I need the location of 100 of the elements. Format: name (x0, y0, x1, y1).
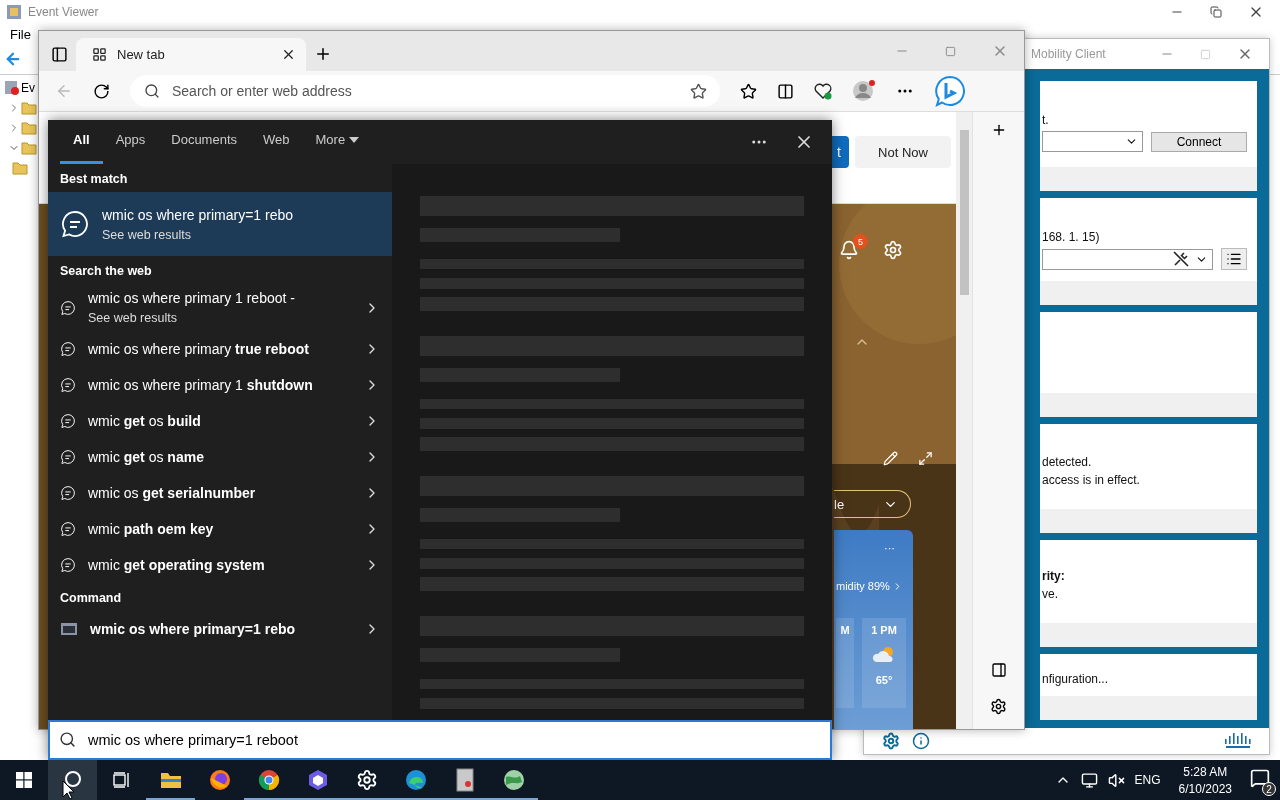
brand-logo-icon (1223, 733, 1253, 749)
search-result[interactable]: wmic os get serialnumber (48, 475, 392, 511)
search-web-icon (60, 299, 76, 316)
favorite-star-icon[interactable] (690, 83, 707, 100)
window-title: Event Viewer (28, 5, 99, 19)
globe-icon (502, 769, 525, 791)
filter-tab[interactable]: Web (250, 120, 303, 164)
folder-icon (21, 141, 37, 155)
search-button[interactable] (48, 760, 97, 800)
status-text: detected. (1042, 454, 1093, 469)
expand-icon[interactable] (918, 451, 933, 466)
menu-item[interactable]: File (10, 26, 31, 42)
search-field[interactable]: wmic os where primary=1 reboot (48, 720, 832, 760)
collections-icon[interactable] (777, 82, 794, 100)
heartbeat-icon[interactable] (814, 82, 832, 100)
clock[interactable]: 5:28 AM 6/10/2023 (1170, 764, 1240, 796)
command-icon (60, 621, 78, 637)
task-view-icon (112, 772, 131, 788)
gear-icon (355, 769, 378, 791)
scrollbar[interactable] (956, 112, 972, 729)
cloud-sun-icon (872, 646, 896, 664)
search-web-icon (60, 557, 76, 573)
search-result[interactable]: wmic get operating system (48, 547, 392, 583)
result-title: wmic os where primary true reboot (88, 341, 310, 357)
search-web-icon (60, 449, 76, 465)
section-heading: Best match (59, 171, 129, 188)
search-icon (144, 83, 160, 99)
result-title: wmic get os name (88, 449, 205, 465)
search-result[interactable]: wmic os where primary=1 rebo See web results (48, 192, 392, 256)
folder-icon (12, 161, 28, 175)
favorites-icon[interactable] (740, 82, 757, 100)
windows-logo-icon (16, 772, 32, 788)
filter-tab[interactable]: Apps (102, 120, 159, 164)
caret-icon (349, 136, 360, 143)
language-indicator[interactable]: ENG (1134, 773, 1161, 787)
search-icon (62, 770, 83, 790)
not-now-button[interactable]: Not Now (855, 136, 951, 168)
result-title: wmic get os build (88, 413, 202, 429)
document-icon (455, 768, 474, 792)
wave-logo-icon (404, 769, 427, 791)
settings-icon[interactable] (990, 698, 1007, 715)
tree-item[interactable]: Ev (21, 81, 35, 95)
refresh-icon[interactable] (93, 82, 110, 100)
profile-avatar-icon[interactable] (852, 79, 876, 103)
fox-logo-icon (208, 769, 231, 791)
restore-icon[interactable] (1210, 6, 1222, 18)
notification-count: 2 (1262, 782, 1276, 796)
tab-actions-icon[interactable] (51, 46, 68, 63)
result-title: wmic get operating system (88, 557, 266, 573)
result-title: wmic os where primary 1 reboot - (88, 290, 296, 306)
search-result[interactable]: wmic path oem key (48, 511, 392, 547)
dropdown[interactable] (1042, 248, 1213, 270)
edit-icon[interactable] (883, 451, 898, 466)
folder-icon (159, 771, 182, 789)
search-result[interactable]: wmic os where primary 1 shutdown (48, 367, 392, 403)
search-web-icon (60, 377, 76, 393)
section-heading: Command (59, 590, 123, 607)
search-web-icon (60, 521, 76, 537)
dropdown[interactable] (1042, 131, 1143, 152)
status-text: ve. (1042, 587, 1059, 602)
list-button[interactable] (1221, 248, 1247, 271)
result-title: wmic os where primary=1 rebo (102, 206, 294, 223)
sidebar-toggle-icon[interactable] (990, 662, 1007, 678)
ring-logo-icon (257, 769, 280, 791)
more-options[interactable]: ··· (884, 542, 909, 554)
browser-tab[interactable]: New tab (76, 38, 306, 71)
app-icon (6, 4, 22, 20)
address-bar[interactable]: Search or enter web address (130, 75, 720, 107)
search-result[interactable]: wmic os where primary 1 reboot - See web results (48, 284, 392, 331)
chat-logo-icon[interactable] (934, 75, 966, 107)
search-icon (59, 731, 76, 748)
new-tab-icon[interactable] (314, 45, 332, 63)
status-text: rity: (1042, 569, 1066, 584)
search-result[interactable]: wmic get os name (48, 439, 392, 475)
search-result[interactable]: wmic os where primary=1 rebo (48, 611, 392, 647)
window-title: Mobility Client (1031, 47, 1106, 61)
back-icon[interactable] (4, 50, 22, 68)
network-icon[interactable] (1080, 771, 1098, 789)
connect-button[interactable]: Connect (1151, 131, 1247, 152)
filter-tab[interactable]: All (60, 120, 103, 164)
settings-icon[interactable] (882, 732, 900, 750)
status-text: nfiguration... (1042, 671, 1110, 686)
close-tab-icon[interactable] (281, 47, 296, 62)
temperature: 65° (875, 674, 893, 686)
search-web-icon (60, 485, 76, 501)
filter-tab[interactable]: More (302, 120, 373, 164)
notification-bell-icon[interactable] (839, 240, 859, 260)
result-subtitle: See web results (102, 227, 192, 242)
filter-tab[interactable]: Documents (158, 120, 250, 164)
hexagon-logo-icon (306, 769, 329, 791)
result-subtitle: See web results (88, 311, 178, 325)
search-result[interactable]: wmic get os build (48, 403, 392, 439)
humidity-link[interactable]: midity 89% (836, 580, 890, 592)
status-text: 168. 1. 15) (1042, 230, 1101, 245)
status-text: t. (1042, 113, 1050, 127)
search-result[interactable]: wmic os where primary true reboot (48, 331, 392, 367)
volume-muted-icon[interactable] (1107, 771, 1125, 789)
result-title: wmic os where primary 1 shutdown (88, 377, 314, 393)
info-icon[interactable] (912, 732, 930, 750)
mouse-cursor-icon (62, 780, 75, 800)
